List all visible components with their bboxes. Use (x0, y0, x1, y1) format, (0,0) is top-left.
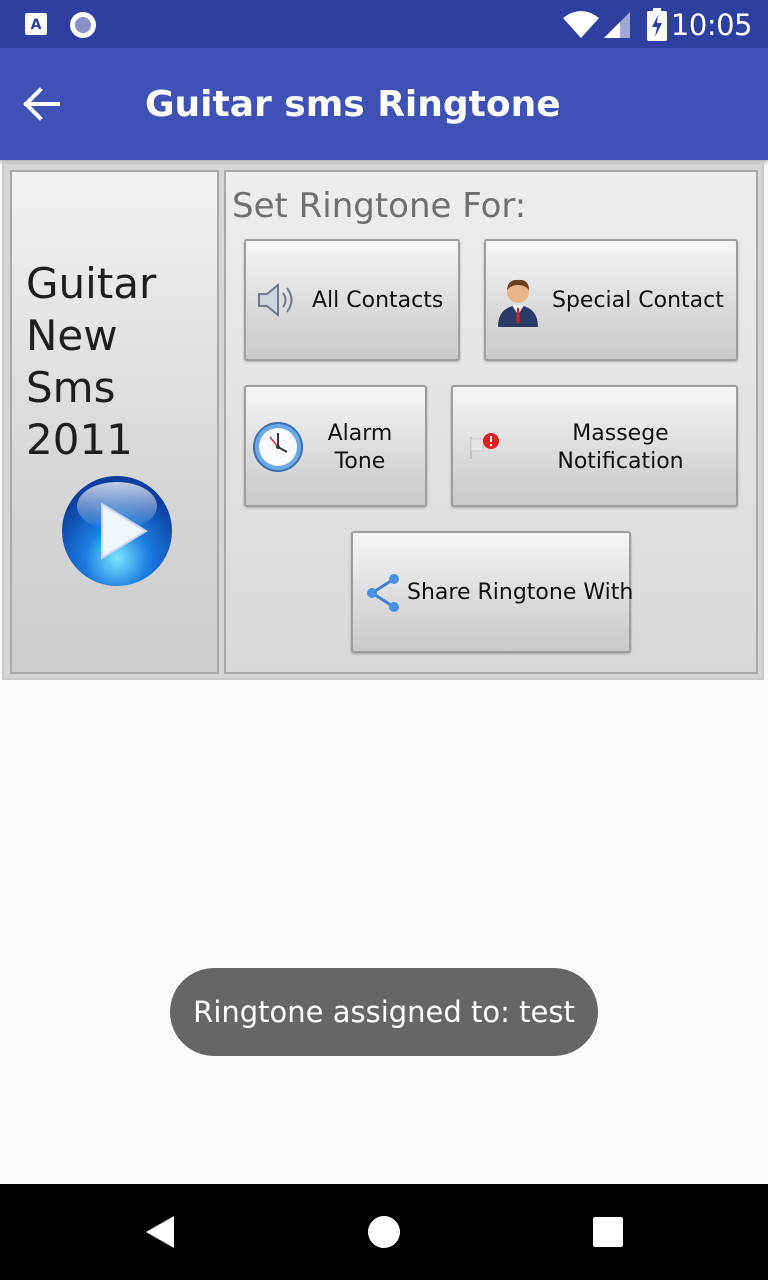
share-ringtone-label: Share Ringtone With (407, 580, 634, 605)
battery-charging-icon (647, 8, 667, 41)
app-title: Guitar sms Ringtone (145, 84, 561, 125)
svg-text:A: A (31, 17, 42, 33)
status-bar: A 10:05 (0, 0, 768, 48)
song-title: Guitar New Sms 2011 (26, 259, 157, 464)
notification-flag-icon (470, 433, 499, 459)
share-icon (367, 574, 399, 612)
message-notification-button[interactable]: Massege Notification (451, 385, 738, 507)
circle-notification-icon (70, 12, 96, 38)
arrow-back-icon[interactable] (22, 78, 78, 130)
back-triangle-icon[interactable] (134, 1204, 190, 1260)
clock-icon (253, 422, 303, 472)
a-notification-icon: A (25, 13, 47, 35)
wifi-icon (563, 11, 599, 38)
home-circle-icon[interactable] (356, 1204, 412, 1260)
special-contact-label: Special Contact (552, 288, 724, 313)
message-notification-label: Massege Notification (557, 421, 684, 474)
app-bar: Guitar sms Ringtone (0, 48, 768, 160)
all-contacts-button[interactable]: All Contacts (244, 239, 460, 361)
alarm-tone-label: Alarm Tone (327, 421, 393, 474)
special-contact-button[interactable]: Special Contact (484, 239, 738, 361)
share-ringtone-button[interactable]: Share Ringtone With (351, 531, 634, 653)
speaker-icon (258, 282, 293, 318)
toast-message: Ringtone assigned to: test (170, 968, 598, 1056)
song-panel: Guitar New Sms 2011 (10, 170, 219, 674)
status-time: 10:05 (670, 8, 753, 42)
person-icon (498, 279, 538, 327)
set-ringtone-heading: Set Ringtone For: (232, 186, 527, 226)
recents-square-icon[interactable] (580, 1204, 636, 1260)
signal-icon (604, 12, 630, 38)
alarm-tone-button[interactable]: Alarm Tone (244, 385, 427, 507)
play-icon[interactable] (60, 474, 174, 588)
navigation-bar (0, 1184, 768, 1280)
all-contacts-label: All Contacts (312, 288, 444, 313)
